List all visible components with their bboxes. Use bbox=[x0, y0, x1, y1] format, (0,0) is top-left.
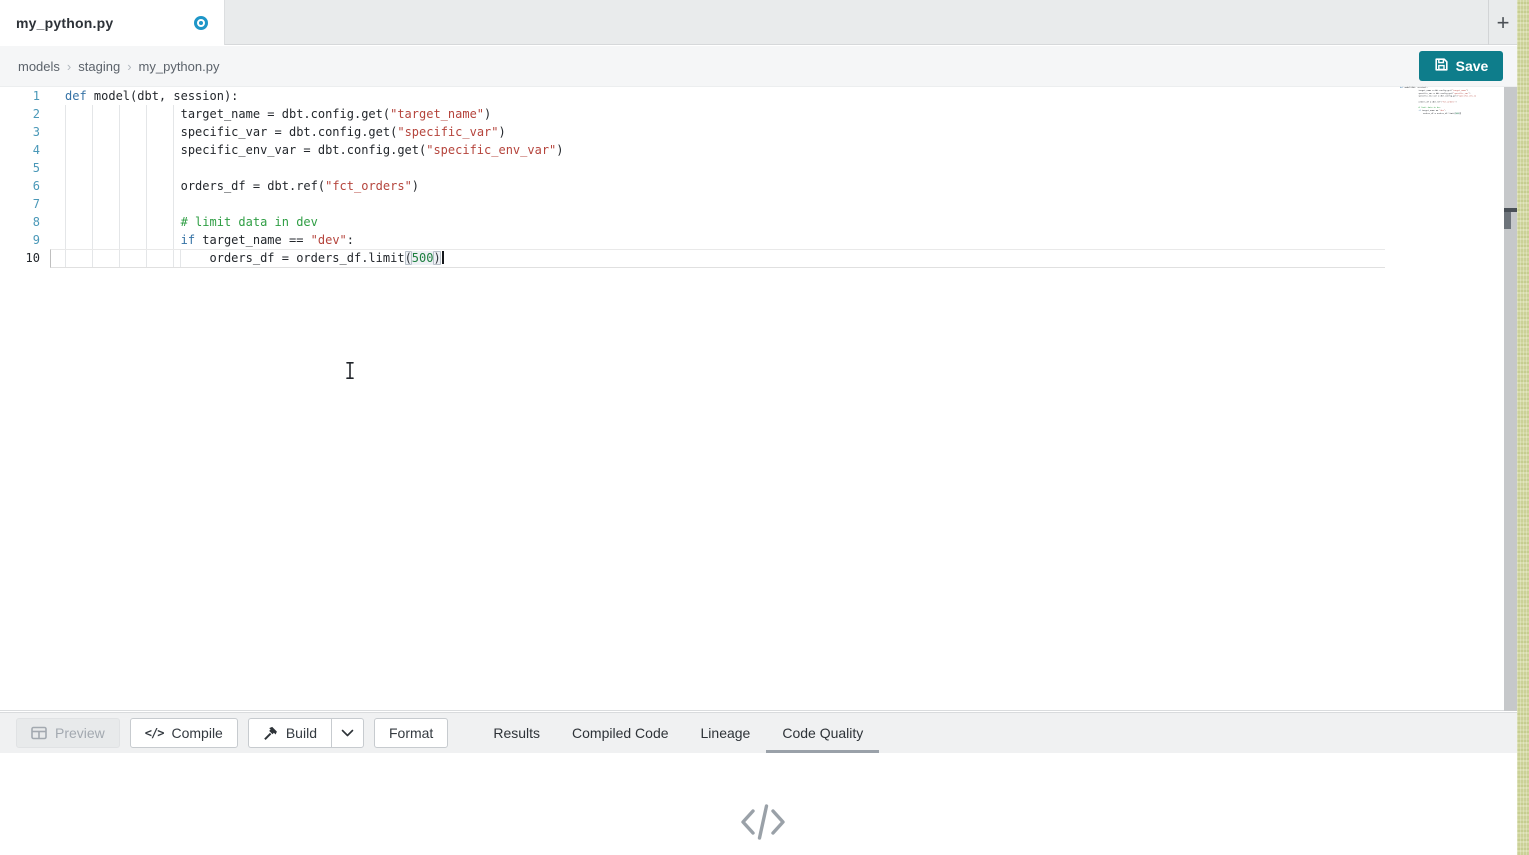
code-line: 1 def model(dbt, session): bbox=[0, 87, 1517, 105]
line-number: 6 bbox=[0, 177, 40, 195]
tab-label: Compiled Code bbox=[572, 725, 669, 741]
breadcrumb-item-my_python-py[interactable]: my_python.py bbox=[139, 59, 220, 74]
chevron-down-icon bbox=[341, 729, 354, 737]
code-editor[interactable]: 1def model(dbt, session):2 target_name =… bbox=[0, 87, 1517, 711]
code-line: orders_df = orders_df.limit(500) bbox=[1400, 112, 1476, 115]
tab-code-quality[interactable]: Code Quality bbox=[766, 713, 879, 753]
preview-button-label: Preview bbox=[55, 725, 105, 741]
code-line: 8 # limit data in dev bbox=[0, 213, 1517, 231]
new-tab-button[interactable]: + bbox=[1488, 0, 1517, 45]
code-text: specific_env_var = dbt.config.get("speci… bbox=[65, 141, 564, 159]
tab-label: Code Quality bbox=[782, 725, 863, 741]
code-text: orders_df = dbt.ref("fct_orders") bbox=[65, 177, 419, 195]
minimap[interactable]: def model(dbt, session): target_name = d… bbox=[1400, 86, 1476, 120]
build-dropdown-button[interactable] bbox=[331, 718, 364, 748]
tab-label: Lineage bbox=[701, 725, 751, 741]
breadcrumb-item-models[interactable]: models bbox=[18, 59, 60, 74]
editor-tab-bar: my_python.py + bbox=[0, 0, 1517, 45]
save-button-label: Save bbox=[1456, 58, 1489, 74]
line-number: 8 bbox=[0, 213, 40, 231]
line-number: 7 bbox=[0, 195, 40, 213]
code-slash-icon bbox=[737, 801, 789, 848]
line-number: 9 bbox=[0, 231, 40, 249]
code-text: if target_name == "dev": bbox=[65, 231, 354, 249]
tab-results[interactable]: Results bbox=[477, 713, 556, 753]
code-line: 4 specific_env_var = dbt.config.get("spe… bbox=[0, 141, 1517, 159]
code-line: 10 orders_df = orders_df.limit(500) bbox=[0, 249, 1517, 267]
code-lines: 1def model(dbt, session):2 target_name =… bbox=[0, 87, 1517, 267]
compile-button-label: Compile bbox=[171, 725, 222, 741]
action-toolbar: Preview </> Compile Build Format Results Comp… bbox=[0, 712, 1517, 753]
build-button[interactable]: Build bbox=[248, 718, 331, 748]
line-number: 1 bbox=[0, 87, 40, 105]
code-line: 5 bbox=[0, 159, 1517, 177]
code-text: specific_env_var = dbt.config.get("speci… bbox=[1400, 95, 1476, 98]
dbt-ide-window: my_python.py + models › staging › my_python.… bbox=[0, 0, 1529, 855]
code-icon: </> bbox=[145, 727, 164, 739]
code-line: 9 if target_name == "dev": bbox=[0, 231, 1517, 249]
build-button-label: Build bbox=[286, 725, 317, 741]
code-line: specific_env_var = dbt.config.get("speci… bbox=[1400, 95, 1476, 98]
code-text: target_name = dbt.config.get("target_nam… bbox=[65, 105, 491, 123]
chevron-right-icon: › bbox=[127, 59, 131, 74]
floppy-disk-icon bbox=[1434, 57, 1449, 75]
unsaved-changes-icon bbox=[194, 16, 208, 30]
result-tab-bar: Results Compiled Code Lineage Code Quality bbox=[477, 713, 879, 753]
code-text: def model(dbt, session): bbox=[65, 87, 238, 105]
format-button[interactable]: Format bbox=[374, 718, 448, 748]
code-line: 3 specific_var = dbt.config.get("specifi… bbox=[0, 123, 1517, 141]
tab-compiled-code[interactable]: Compiled Code bbox=[556, 713, 685, 753]
code-line: 2 target_name = dbt.config.get("target_n… bbox=[0, 105, 1517, 123]
line-number: 5 bbox=[0, 159, 40, 177]
table-icon bbox=[31, 726, 47, 740]
code-text: orders_df = orders_df.limit(500) bbox=[65, 249, 444, 267]
text-cursor bbox=[442, 251, 444, 264]
plus-icon: + bbox=[1497, 10, 1510, 36]
tab-title: my_python.py bbox=[16, 15, 113, 31]
desktop-background-strip bbox=[1517, 0, 1529, 855]
editor-scrollbar[interactable] bbox=[1504, 87, 1517, 711]
build-button-group: Build bbox=[248, 718, 364, 748]
code-text: # limit data in dev bbox=[65, 213, 318, 231]
tab-label: Results bbox=[493, 725, 540, 741]
code-text: orders_df = dbt.ref("fct_orders") bbox=[1400, 100, 1457, 103]
editor-tab-my-python[interactable]: my_python.py bbox=[0, 0, 225, 45]
breadcrumb: models › staging › my_python.py bbox=[0, 46, 1517, 87]
chevron-right-icon: › bbox=[67, 59, 71, 74]
code-text: orders_df = orders_df.limit(500) bbox=[1400, 112, 1461, 115]
tab-lineage[interactable]: Lineage bbox=[685, 713, 767, 753]
save-button[interactable]: Save bbox=[1419, 51, 1503, 81]
hammer-icon bbox=[263, 726, 278, 741]
line-number: 4 bbox=[0, 141, 40, 159]
code-line: 7 bbox=[0, 195, 1517, 213]
line-number: 10 bbox=[0, 249, 40, 267]
code-line: 6 orders_df = dbt.ref("fct_orders") bbox=[0, 177, 1517, 195]
scrollbar-cursor-marker-thumb bbox=[1504, 212, 1511, 229]
compile-button[interactable]: </> Compile bbox=[130, 718, 238, 748]
breadcrumb-item-staging[interactable]: staging bbox=[78, 59, 120, 74]
format-button-label: Format bbox=[389, 725, 433, 741]
line-number: 3 bbox=[0, 123, 40, 141]
line-number: 2 bbox=[0, 105, 40, 123]
preview-button: Preview bbox=[16, 718, 120, 748]
code-text: specific_var = dbt.config.get("specific_… bbox=[65, 123, 506, 141]
